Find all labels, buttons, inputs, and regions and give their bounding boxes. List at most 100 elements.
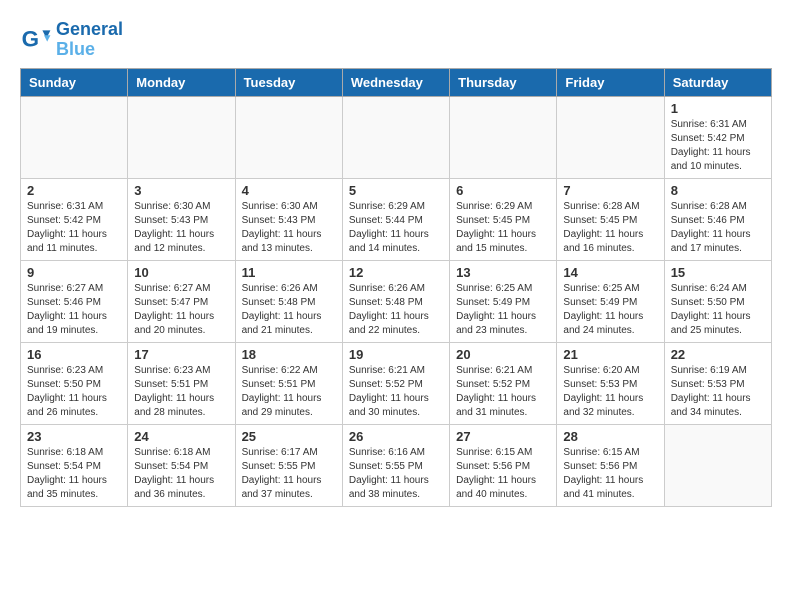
header-tuesday: Tuesday xyxy=(235,68,342,96)
day-info: Sunrise: 6:21 AM Sunset: 5:52 PM Dayligh… xyxy=(456,364,550,420)
calendar-cell: 23 Sunrise: 6:18 AM Sunset: 5:54 PM Dayli… xyxy=(21,424,128,506)
day-info: Sunrise: 6:18 AM Sunset: 5:54 PM Dayligh… xyxy=(134,446,228,502)
day-info: Sunrise: 6:26 AM Sunset: 5:48 PM Dayligh… xyxy=(242,282,336,338)
day-info: Sunrise: 6:30 AM Sunset: 5:43 PM Dayligh… xyxy=(134,200,228,256)
calendar-week-1: 1 Sunrise: 6:31 AM Sunset: 5:42 PM Daylig… xyxy=(21,96,772,178)
calendar-cell: 6 Sunrise: 6:29 AM Sunset: 5:45 PM Daylig… xyxy=(450,178,557,260)
day-info: Sunrise: 6:18 AM Sunset: 5:54 PM Dayligh… xyxy=(27,446,121,502)
calendar-cell: 26Sunrise: 6:16 AM Sunset: 5:55 PM Dayli… xyxy=(342,424,449,506)
calendar-cell: 16 Sunrise: 6:23 AM Sunset: 5:50 PM Dayli… xyxy=(21,342,128,424)
day-number: 10 xyxy=(134,265,228,280)
day-info: Sunrise: 6:20 AM Sunset: 5:53 PM Dayligh… xyxy=(563,364,657,420)
day-number: 25 xyxy=(242,429,336,444)
day-info: Sunrise: 6:31 AM Sunset: 5:42 PM Dayligh… xyxy=(27,200,121,256)
calendar-cell: 1 Sunrise: 6:31 AM Sunset: 5:42 PM Daylig… xyxy=(664,96,771,178)
calendar-cell xyxy=(450,96,557,178)
day-number: 23 xyxy=(27,429,121,444)
day-number: 24 xyxy=(134,429,228,444)
day-info: Sunrise: 6:15 AM Sunset: 5:56 PM Dayligh… xyxy=(563,446,657,502)
calendar-week-2: 2 Sunrise: 6:31 AM Sunset: 5:42 PM Daylig… xyxy=(21,178,772,260)
logo-text: GeneralBlue xyxy=(56,20,123,60)
svg-text:G: G xyxy=(22,26,39,51)
day-number: 17 xyxy=(134,347,228,362)
calendar-week-5: 23 Sunrise: 6:18 AM Sunset: 5:54 PM Dayli… xyxy=(21,424,772,506)
page-header: G GeneralBlue xyxy=(20,20,772,60)
day-number: 28 xyxy=(563,429,657,444)
day-info: Sunrise: 6:23 AM Sunset: 5:50 PM Dayligh… xyxy=(27,364,121,420)
day-number: 16 xyxy=(27,347,121,362)
day-info: Sunrise: 6:25 AM Sunset: 5:49 PM Dayligh… xyxy=(563,282,657,338)
calendar-cell xyxy=(664,424,771,506)
calendar-cell: 2 Sunrise: 6:31 AM Sunset: 5:42 PM Daylig… xyxy=(21,178,128,260)
calendar-cell: 24 Sunrise: 6:18 AM Sunset: 5:54 PM Dayli… xyxy=(128,424,235,506)
calendar-cell: 25 Sunrise: 6:17 AM Sunset: 5:55 PM Dayli… xyxy=(235,424,342,506)
header-friday: Friday xyxy=(557,68,664,96)
calendar-cell: 13 Sunrise: 6:25 AM Sunset: 5:49 PM Dayli… xyxy=(450,260,557,342)
day-info: Sunrise: 6:25 AM Sunset: 5:49 PM Dayligh… xyxy=(456,282,550,338)
day-number: 4 xyxy=(242,183,336,198)
calendar-cell: 7 Sunrise: 6:28 AM Sunset: 5:45 PM Daylig… xyxy=(557,178,664,260)
calendar-cell xyxy=(21,96,128,178)
calendar-cell: 18Sunrise: 6:22 AM Sunset: 5:51 PM Dayli… xyxy=(235,342,342,424)
day-info: Sunrise: 6:17 AM Sunset: 5:55 PM Dayligh… xyxy=(242,446,336,502)
header-wednesday: Wednesday xyxy=(342,68,449,96)
day-info: Sunrise: 6:27 AM Sunset: 5:46 PM Dayligh… xyxy=(27,282,121,338)
calendar-cell: 14 Sunrise: 6:25 AM Sunset: 5:49 PM Dayli… xyxy=(557,260,664,342)
day-number: 20 xyxy=(456,347,550,362)
calendar-cell: 11 Sunrise: 6:26 AM Sunset: 5:48 PM Dayli… xyxy=(235,260,342,342)
calendar-cell: 22 Sunrise: 6:19 AM Sunset: 5:53 PM Dayli… xyxy=(664,342,771,424)
day-info: Sunrise: 6:26 AM Sunset: 5:48 PM Dayligh… xyxy=(349,282,443,338)
day-number: 12 xyxy=(349,265,443,280)
calendar-cell: 5 Sunrise: 6:29 AM Sunset: 5:44 PM Daylig… xyxy=(342,178,449,260)
header-monday: Monday xyxy=(128,68,235,96)
day-number: 2 xyxy=(27,183,121,198)
calendar-cell: 17Sunrise: 6:23 AM Sunset: 5:51 PM Dayli… xyxy=(128,342,235,424)
day-info: Sunrise: 6:29 AM Sunset: 5:44 PM Dayligh… xyxy=(349,200,443,256)
day-number: 22 xyxy=(671,347,765,362)
day-number: 1 xyxy=(671,101,765,116)
calendar-week-4: 16 Sunrise: 6:23 AM Sunset: 5:50 PM Dayli… xyxy=(21,342,772,424)
calendar-cell: 21 Sunrise: 6:20 AM Sunset: 5:53 PM Dayli… xyxy=(557,342,664,424)
day-number: 14 xyxy=(563,265,657,280)
day-number: 8 xyxy=(671,183,765,198)
day-info: Sunrise: 6:27 AM Sunset: 5:47 PM Dayligh… xyxy=(134,282,228,338)
calendar-cell: 8Sunrise: 6:28 AM Sunset: 5:46 PM Daylig… xyxy=(664,178,771,260)
day-number: 21 xyxy=(563,347,657,362)
day-number: 11 xyxy=(242,265,336,280)
day-info: Sunrise: 6:31 AM Sunset: 5:42 PM Dayligh… xyxy=(671,118,765,174)
day-number: 5 xyxy=(349,183,443,198)
calendar-cell: 15Sunrise: 6:24 AM Sunset: 5:50 PM Dayli… xyxy=(664,260,771,342)
logo: G GeneralBlue xyxy=(20,20,123,60)
calendar-cell xyxy=(128,96,235,178)
calendar-cell xyxy=(557,96,664,178)
calendar-header-row: SundayMondayTuesdayWednesdayThursdayFrid… xyxy=(21,68,772,96)
header-saturday: Saturday xyxy=(664,68,771,96)
day-number: 13 xyxy=(456,265,550,280)
calendar-cell: 3 Sunrise: 6:30 AM Sunset: 5:43 PM Daylig… xyxy=(128,178,235,260)
calendar-table: SundayMondayTuesdayWednesdayThursdayFrid… xyxy=(20,68,772,507)
calendar-cell: 19 Sunrise: 6:21 AM Sunset: 5:52 PM Dayli… xyxy=(342,342,449,424)
day-info: Sunrise: 6:15 AM Sunset: 5:56 PM Dayligh… xyxy=(456,446,550,502)
calendar-cell xyxy=(235,96,342,178)
day-number: 9 xyxy=(27,265,121,280)
day-number: 7 xyxy=(563,183,657,198)
calendar-cell: 4 Sunrise: 6:30 AM Sunset: 5:43 PM Daylig… xyxy=(235,178,342,260)
calendar-week-3: 9 Sunrise: 6:27 AM Sunset: 5:46 PM Daylig… xyxy=(21,260,772,342)
day-info: Sunrise: 6:21 AM Sunset: 5:52 PM Dayligh… xyxy=(349,364,443,420)
day-info: Sunrise: 6:29 AM Sunset: 5:45 PM Dayligh… xyxy=(456,200,550,256)
day-number: 19 xyxy=(349,347,443,362)
day-number: 3 xyxy=(134,183,228,198)
day-number: 26 xyxy=(349,429,443,444)
day-info: Sunrise: 6:28 AM Sunset: 5:45 PM Dayligh… xyxy=(563,200,657,256)
day-info: Sunrise: 6:19 AM Sunset: 5:53 PM Dayligh… xyxy=(671,364,765,420)
day-number: 27 xyxy=(456,429,550,444)
day-number: 6 xyxy=(456,183,550,198)
day-info: Sunrise: 6:30 AM Sunset: 5:43 PM Dayligh… xyxy=(242,200,336,256)
logo-icon: G xyxy=(20,24,52,56)
calendar-cell: 20 Sunrise: 6:21 AM Sunset: 5:52 PM Dayli… xyxy=(450,342,557,424)
day-info: Sunrise: 6:22 AM Sunset: 5:51 PM Dayligh… xyxy=(242,364,336,420)
calendar-cell xyxy=(342,96,449,178)
calendar-cell: 28 Sunrise: 6:15 AM Sunset: 5:56 PM Dayli… xyxy=(557,424,664,506)
calendar-cell: 9 Sunrise: 6:27 AM Sunset: 5:46 PM Daylig… xyxy=(21,260,128,342)
header-thursday: Thursday xyxy=(450,68,557,96)
